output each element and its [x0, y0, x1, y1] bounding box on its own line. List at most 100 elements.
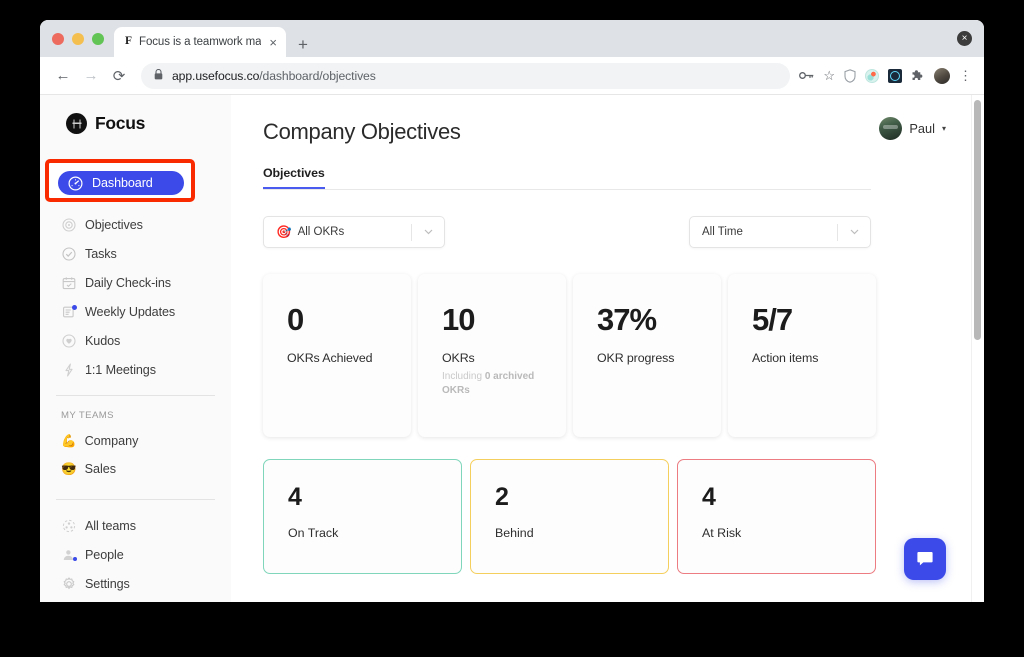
- calendar-check-icon: [61, 276, 76, 291]
- url-text: app.usefocus.co/dashboard/objectives: [172, 69, 376, 83]
- focus-logo-icon: [66, 113, 87, 134]
- status-label: On Track: [288, 526, 339, 540]
- sidebar-item-label: Dashboard: [92, 176, 153, 190]
- url-path: /dashboard/objectives: [259, 68, 376, 83]
- app-body: Focus Home Dashboard Objectiv: [40, 95, 984, 602]
- stat-sub-prefix: Including: [442, 371, 485, 382]
- close-icon[interactable]: ×: [957, 31, 972, 46]
- stat-card[interactable]: 37% OKR progress: [573, 274, 721, 437]
- sidebar-item-daily-checkins[interactable]: Daily Check-ins: [51, 271, 220, 295]
- sidebar-item-dashboard-active[interactable]: Dashboard: [58, 171, 184, 195]
- stat-card[interactable]: 5/7 Action items: [728, 274, 876, 437]
- status-card-on-track[interactable]: 4 On Track: [263, 459, 462, 574]
- chat-bubble-icon: [917, 552, 933, 566]
- chevron-down-icon[interactable]: [838, 229, 870, 235]
- people-group-icon: [61, 519, 76, 534]
- okr-filter-select[interactable]: 🎯 All OKRs: [263, 216, 445, 248]
- okr-filter-value: 🎯 All OKRs: [276, 226, 411, 239]
- sidebar-item-label: Objectives: [85, 218, 143, 232]
- sidebar-item-weekly-updates[interactable]: Weekly Updates: [51, 300, 220, 324]
- extension-react-icon[interactable]: [888, 68, 902, 83]
- profile-avatar[interactable]: [934, 67, 950, 84]
- sidebar-divider-2: [56, 499, 215, 500]
- toolbar-icons: ☆ ⋮: [799, 67, 972, 84]
- browser-tab[interactable]: F Focus is a teamwork managem ×: [114, 27, 286, 57]
- window-controls[interactable]: [50, 20, 114, 57]
- tab-objectives[interactable]: Objectives: [263, 166, 325, 189]
- main-content: Company Objectives Paul ▾ Objectives 🎯 A…: [231, 95, 984, 602]
- secondary-nav: All teams People Settings: [40, 514, 231, 596]
- back-icon[interactable]: ←: [50, 63, 76, 89]
- status-value: 4: [702, 483, 716, 511]
- minimize-window-button[interactable]: [72, 32, 84, 45]
- status-card-at-risk[interactable]: 4 At Risk: [677, 459, 876, 574]
- notification-dot: [73, 556, 77, 561]
- sidebar-item-all-teams[interactable]: All teams: [51, 514, 220, 538]
- chat-widget-button[interactable]: [904, 538, 946, 580]
- tab-strip: F Focus is a teamwork managem × + ×: [40, 20, 984, 57]
- menu-icon[interactable]: ⋮: [959, 68, 972, 84]
- shield-icon[interactable]: [844, 68, 856, 83]
- notification-dot: [72, 304, 77, 310]
- gear-icon: [61, 577, 76, 592]
- star-icon[interactable]: ☆: [823, 68, 835, 84]
- sidebar-item-kudos[interactable]: Kudos: [51, 329, 220, 353]
- stat-cards: 0 OKRs Achieved 10 OKRs Including 0 arch…: [263, 274, 876, 437]
- url-host: app.usefocus.co: [172, 68, 260, 83]
- filter-bar: 🎯 All OKRs All Time: [263, 216, 871, 248]
- stat-label: OKRs Achieved: [287, 351, 373, 365]
- sidebar-item-people[interactable]: People: [51, 543, 220, 567]
- new-tab-icon[interactable]: +: [298, 36, 308, 53]
- sidebar-item-company[interactable]: 💪 Company: [51, 430, 220, 452]
- scrollbar-thumb[interactable]: [974, 100, 981, 340]
- sidebar-item-label: Daily Check-ins: [85, 276, 171, 290]
- sidebar-item-settings[interactable]: Settings: [51, 572, 220, 596]
- gauge-icon: [68, 175, 83, 191]
- status-value: 4: [288, 483, 302, 511]
- close-tab-icon[interactable]: ×: [268, 36, 278, 49]
- tab-title: Focus is a teamwork managem: [139, 36, 262, 48]
- extension-colorful-icon[interactable]: [865, 68, 879, 83]
- stat-value: 0: [287, 302, 304, 337]
- time-filter-select[interactable]: All Time: [689, 216, 871, 248]
- status-card-behind[interactable]: 2 Behind: [470, 459, 669, 574]
- sidebar-item-label: 1:1 Meetings: [85, 363, 156, 377]
- sidebar-item-sales[interactable]: 😎 Sales: [51, 458, 220, 480]
- team-label: Sales: [84, 462, 117, 476]
- chevron-down-icon[interactable]: [412, 229, 444, 235]
- sidebar-item-label: People: [85, 548, 124, 562]
- document-icon: [61, 304, 77, 320]
- tab-bar: Objectives: [263, 166, 871, 190]
- reload-icon[interactable]: ⟳: [106, 63, 132, 89]
- stat-label: OKRs: [442, 351, 475, 365]
- teams-list: 💪 Company 😎 Sales: [40, 430, 231, 480]
- tab-favicon: F: [125, 35, 133, 48]
- stat-value: 10: [442, 302, 475, 337]
- brand-name: Focus: [95, 113, 146, 133]
- target-emoji-icon: 🎯: [276, 224, 292, 239]
- sidebar-item-tasks[interactable]: Tasks: [51, 242, 220, 266]
- status-value: 2: [495, 483, 509, 511]
- sidebar: Focus Home Dashboard Objectiv: [40, 95, 231, 602]
- key-icon[interactable]: [799, 70, 814, 81]
- address-input[interactable]: app.usefocus.co/dashboard/objectives: [141, 62, 791, 89]
- sidebar-item-objectives[interactable]: Objectives: [51, 213, 220, 237]
- maximize-window-button[interactable]: [92, 32, 104, 45]
- scrollbar[interactable]: [971, 95, 984, 602]
- url-bar: ← → ⟳ app.usefocus.co/dashboard/objectiv…: [40, 57, 984, 95]
- puzzle-icon[interactable]: [911, 69, 925, 83]
- sidebar-item-label: Settings: [85, 577, 130, 591]
- stat-label: OKR progress: [597, 351, 675, 365]
- okr-filter-label: All OKRs: [297, 226, 345, 238]
- user-menu[interactable]: Paul ▾: [879, 117, 946, 140]
- filter-spacer: [445, 216, 689, 248]
- stat-card[interactable]: 0 OKRs Achieved: [263, 274, 411, 437]
- brand[interactable]: Focus: [40, 113, 231, 134]
- close-window-button[interactable]: [52, 32, 64, 45]
- status-label: At Risk: [702, 526, 742, 540]
- chevron-down-icon[interactable]: ▾: [942, 124, 946, 133]
- forward-icon[interactable]: →: [78, 63, 104, 89]
- sidebar-item-one-on-one-meetings[interactable]: 1:1 Meetings: [51, 358, 220, 382]
- stat-card[interactable]: 10 OKRs Including 0 archived OKRs: [418, 274, 566, 437]
- sunglasses-face-icon: 😎: [61, 461, 77, 476]
